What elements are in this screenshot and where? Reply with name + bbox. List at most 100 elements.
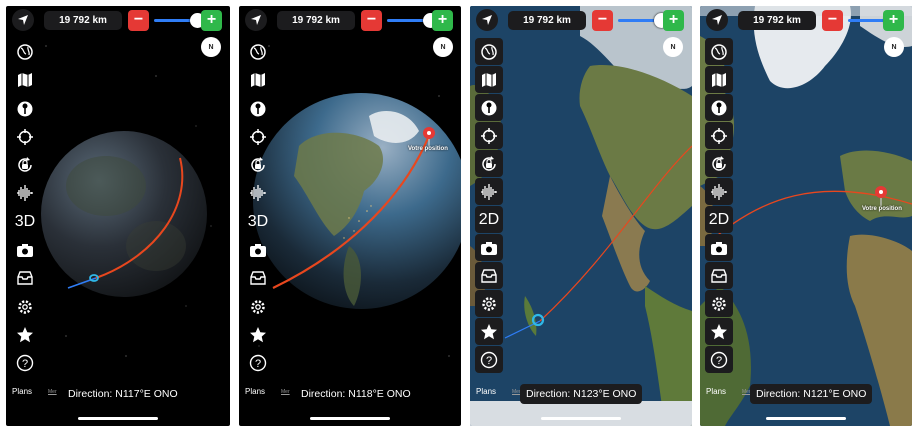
inbox-button[interactable] xyxy=(705,262,733,289)
view-mode-toggle[interactable]: 3D xyxy=(244,208,272,236)
globe-button[interactable] xyxy=(475,38,503,65)
gear-icon xyxy=(251,299,265,314)
zoom-out-button[interactable]: − xyxy=(822,10,843,31)
zoom-in-button[interactable]: + xyxy=(663,10,684,31)
audio-wave-icon xyxy=(250,185,266,202)
globe-icon xyxy=(250,44,266,60)
settings-button[interactable] xyxy=(244,293,272,321)
audio-button[interactable] xyxy=(705,178,733,205)
home-indicator xyxy=(310,417,390,420)
flat-map-view[interactable] xyxy=(470,6,692,426)
favorites-button[interactable] xyxy=(475,318,503,345)
audio-wave-icon xyxy=(17,185,33,202)
compass-button[interactable]: N xyxy=(663,37,683,57)
camera-button[interactable] xyxy=(244,236,272,264)
location-pin-icon[interactable] xyxy=(874,186,888,206)
location-arrow-button[interactable] xyxy=(12,9,34,31)
camera-button[interactable] xyxy=(705,234,733,261)
rotation-lock-button[interactable] xyxy=(244,151,272,179)
audio-wave-icon xyxy=(481,183,497,200)
globe-icon xyxy=(711,43,727,60)
pin-button[interactable] xyxy=(244,95,272,123)
zoom-in-button[interactable]: + xyxy=(432,10,453,31)
globe-button[interactable] xyxy=(705,38,733,65)
star-icon xyxy=(481,323,497,339)
home-indicator xyxy=(541,417,621,420)
star-icon xyxy=(711,323,727,339)
map-button[interactable] xyxy=(705,66,733,93)
distance-display: 19 792 km xyxy=(738,11,816,30)
view-mode-toggle[interactable]: 2D xyxy=(705,206,733,233)
pin-button[interactable] xyxy=(705,94,733,121)
location-pin-icon[interactable] xyxy=(422,127,436,147)
target-button[interactable] xyxy=(244,123,272,151)
help-button[interactable]: ? xyxy=(11,349,39,377)
favorites-button[interactable] xyxy=(705,318,733,345)
legal-link[interactable]: Mer xyxy=(281,389,290,395)
view-mode-toggle[interactable]: 2D xyxy=(475,206,503,233)
location-arrow-button[interactable] xyxy=(245,9,267,31)
pin-button[interactable] xyxy=(475,94,503,121)
inbox-button[interactable] xyxy=(475,262,503,289)
map-button[interactable] xyxy=(244,66,272,94)
globe-button[interactable] xyxy=(11,38,39,66)
maps-attribution: Plans xyxy=(706,387,727,396)
rotation-lock-button[interactable] xyxy=(11,151,39,179)
map-icon xyxy=(251,73,265,88)
zoom-out-button[interactable]: − xyxy=(361,10,382,31)
map-button[interactable] xyxy=(475,66,503,93)
zoom-out-button[interactable]: − xyxy=(128,10,149,31)
camera-button[interactable] xyxy=(11,236,39,264)
svg-text:?: ? xyxy=(255,358,261,370)
favorites-button[interactable] xyxy=(11,321,39,349)
help-button[interactable]: ? xyxy=(475,346,503,373)
settings-button[interactable] xyxy=(705,290,733,317)
rotation-lock-icon xyxy=(482,155,496,171)
zoom-out-button[interactable]: − xyxy=(592,10,613,31)
help-button[interactable]: ? xyxy=(244,349,272,377)
globe-view[interactable] xyxy=(6,6,230,426)
pin-button[interactable] xyxy=(11,95,39,123)
inbox-icon xyxy=(711,268,727,283)
inbox-button[interactable] xyxy=(11,264,39,292)
target-button[interactable] xyxy=(705,122,733,149)
side-toolbar: 3D ? xyxy=(11,38,39,378)
globe-view[interactable] xyxy=(239,6,461,426)
pin-icon xyxy=(711,100,727,115)
audio-button[interactable] xyxy=(11,179,39,207)
compass-button[interactable]: N xyxy=(201,37,221,57)
direction-readout: Direction: N121°E ONO xyxy=(750,384,873,404)
rotation-lock-button[interactable] xyxy=(475,150,503,177)
distance-display: 19 792 km xyxy=(277,11,355,30)
audio-button[interactable] xyxy=(244,179,272,207)
zoom-in-button[interactable]: + xyxy=(883,10,904,31)
compass-button[interactable]: N xyxy=(433,37,453,57)
inbox-icon xyxy=(17,271,33,286)
map-button[interactable] xyxy=(11,66,39,94)
target-button[interactable] xyxy=(475,122,503,149)
distance-display: 19 792 km xyxy=(508,11,586,30)
view-mode-label: 3D xyxy=(14,212,36,230)
zoom-in-button[interactable]: + xyxy=(201,10,222,31)
location-arrow-icon xyxy=(712,15,722,25)
audio-button[interactable] xyxy=(475,178,503,205)
help-button[interactable]: ? xyxy=(705,346,733,373)
globe-button[interactable] xyxy=(244,38,272,66)
rotation-lock-button[interactable] xyxy=(705,150,733,177)
view-mode-toggle[interactable]: 3D xyxy=(11,208,39,236)
target-button[interactable] xyxy=(11,123,39,151)
view-mode-label: 2D xyxy=(478,210,500,228)
compass-button[interactable]: N xyxy=(884,37,904,57)
pin-icon xyxy=(250,101,266,117)
camera-icon xyxy=(250,244,266,258)
location-arrow-button[interactable] xyxy=(706,9,728,31)
inbox-button[interactable] xyxy=(244,264,272,292)
target-icon xyxy=(17,128,33,145)
legal-link[interactable]: Mer xyxy=(48,389,57,395)
camera-button[interactable] xyxy=(475,234,503,261)
home-indicator xyxy=(766,417,846,420)
location-arrow-button[interactable] xyxy=(476,9,498,31)
favorites-button[interactable] xyxy=(244,321,272,349)
settings-button[interactable] xyxy=(475,290,503,317)
settings-button[interactable] xyxy=(11,293,39,321)
